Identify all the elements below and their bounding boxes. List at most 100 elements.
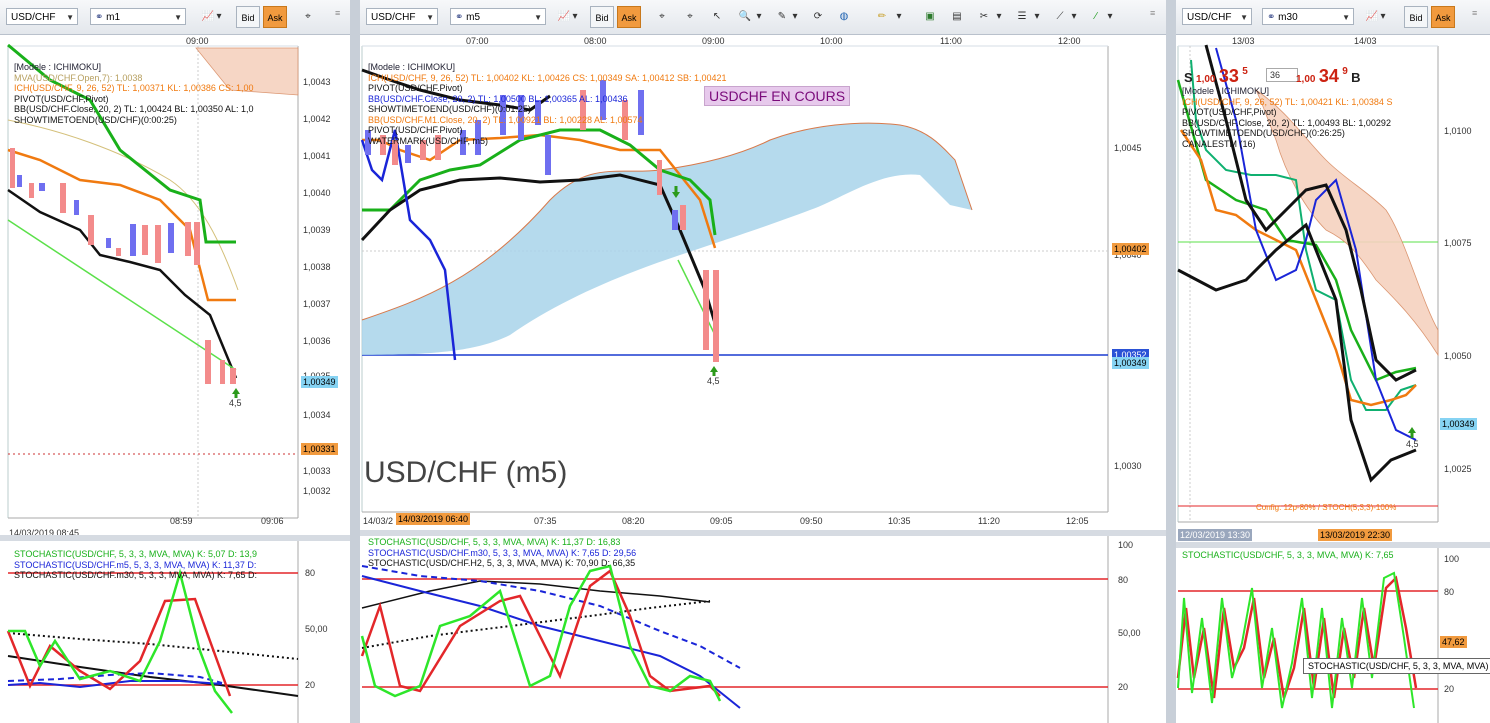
arrow-up-icon xyxy=(710,366,718,376)
stoch-tick: 20 xyxy=(305,680,316,690)
legend-line: SHOWTIMETOEND(USD/CHF)(0:00:25) xyxy=(14,114,177,125)
price-tick: 1,0100 xyxy=(1444,126,1472,136)
price-tick: 1,0042 xyxy=(303,114,331,124)
chart-panel-right: USD/CHF ▼ ⚭ m30 ▼ 📈 ▾ Bid Ask ≡ 13/03 14/0… xyxy=(1176,0,1490,723)
price-tick: 1,0030 xyxy=(1114,461,1142,471)
candles-left xyxy=(10,148,236,384)
current-price-tag: 1,00349 xyxy=(1112,357,1149,369)
arrow-label: 4,5 xyxy=(229,398,242,408)
legend-line: BB(USD/CHF.Close, 20, 2) TL: 1,00424 BL:… xyxy=(14,104,254,114)
date-prefix: 14/03/2 xyxy=(363,516,394,526)
legend-line: PIVOT(USD/CHF,Pivot) xyxy=(14,93,109,104)
stochastic-legend: STOCHASTIC(USD/CHF, 5, 3, 3, MVA, MVA) K… xyxy=(368,537,636,569)
price-tick: 1,0050 xyxy=(1444,351,1472,361)
time-axis-bottom-label: 08:59 xyxy=(170,516,193,526)
price-tick: 1,0037 xyxy=(303,299,331,309)
arrow-label: 4,5 xyxy=(707,376,720,386)
legend-line: STOCHASTIC(USD/CHF.H2, 5, 3, 3, MVA, MVA… xyxy=(368,558,636,568)
buy-price[interactable]: 1,00 34 9 B xyxy=(1296,66,1360,87)
price-tick: 1,0045 xyxy=(1114,143,1142,153)
time-axis-bottom-label: 07:35 xyxy=(534,516,557,526)
legend-line: WATERMARK(USD/CHF, m5) xyxy=(368,135,488,146)
price-tick: 1,0038 xyxy=(303,262,331,272)
legend-line: ICH(USD/CHF, 9, 26, 52) TL: 1,00402 KL: … xyxy=(368,72,727,83)
date-tag: 13/03/2019 22:30 xyxy=(1318,529,1393,541)
legend-line: BB(USD/CHF.Close, 20, 2) TL: 1,00500 BL:… xyxy=(368,93,628,104)
stoch-tick: 50,00 xyxy=(1118,628,1141,638)
spread-field[interactable]: 36 xyxy=(1266,68,1298,82)
indicator-legend: [Modele : ICHIMOKU] MVA(USD/CHF.Open,7):… xyxy=(14,62,253,125)
kijun-price-tag: 1,00402 xyxy=(1112,243,1149,255)
sell-big: 1,00 xyxy=(1196,74,1216,85)
time-axis-bottom-label: 12:05 xyxy=(1066,516,1089,526)
stoch-tick: 80 xyxy=(1118,575,1129,585)
legend-line: STOCHASTIC(USD/CHF.m30, 5, 3, 3, MVA, MV… xyxy=(368,547,637,558)
legend-line: [Modele : ICHIMOKU] xyxy=(14,62,102,72)
sell-label: S xyxy=(1184,70,1193,85)
indicator-legend: [Modele : ICHIMOKU] ICH(USD/CHF, 9, 26, … xyxy=(1182,86,1392,149)
legend-line: PIVOT(USD/CHF.Pivot) xyxy=(368,83,463,93)
legend-line: ICH(USD/CHF, 9, 26, 52) TL: 1,00371 KL: … xyxy=(14,83,254,93)
arrow-label: 4,5 xyxy=(1406,439,1419,449)
stoch-tick: 80 xyxy=(305,568,316,578)
indicator-tooltip: STOCHASTIC(USD/CHF, 5, 3, 3, MVA, MVA) xyxy=(1303,658,1490,674)
legend-line: BB(USD/CHF.M1.Close, 20, 2) TL: 1,00921 … xyxy=(368,114,643,125)
legend-line: SHOWTIMETOEND(USD/CHF)(0:26:25) xyxy=(1182,128,1345,138)
legend-line: CANALESTM (16) xyxy=(1182,138,1256,149)
indicator-legend: [Modele : ICHIMOKU] ICH(USD/CHF, 9, 26, … xyxy=(368,62,727,146)
stoch-tick: 80 xyxy=(1444,587,1455,597)
price-tick: 1,0032 xyxy=(303,486,331,496)
buy-main: 34 xyxy=(1318,66,1339,86)
stoch-tick: 20 xyxy=(1444,684,1455,694)
price-tick: 1,0025 xyxy=(1444,464,1472,474)
price-tick: 1,0043 xyxy=(303,77,331,87)
buy-label: B xyxy=(1351,70,1361,85)
price-tick: 1,0033 xyxy=(303,466,331,476)
time-axis-bottom-label: 09:50 xyxy=(800,516,823,526)
price-tick: 1,0036 xyxy=(303,336,331,346)
buy-big: 1,00 xyxy=(1296,74,1316,85)
legend-line: MVA(USD/CHF.Open,7): 1,0038 xyxy=(14,72,143,83)
arrow-up-icon xyxy=(232,388,240,398)
legend-line: STOCHASTIC(USD/CHF.m30, 5, 3, 3, MVA, MV… xyxy=(14,570,258,580)
pivot-price-tag: 1,00331 xyxy=(301,443,338,455)
config-text: Config: 12p-80% / STOCH(5,3,3)-100% xyxy=(1256,503,1397,512)
legend-line: [Modele : ICHIMOKU] xyxy=(368,62,456,72)
sell-price[interactable]: S 1,00 33 5 xyxy=(1184,66,1248,87)
price-tick: 1,0039 xyxy=(303,225,331,235)
time-axis-bottom-label: 10:35 xyxy=(888,516,911,526)
buy-sup: 9 xyxy=(1342,66,1348,77)
legend-line: SHOWTIMETOEND(USD/CHF)(0:01:25) xyxy=(368,104,531,114)
legend-line: STOCHASTIC(USD/CHF.m5, 5, 3, 3, MVA, MVA… xyxy=(14,559,257,570)
chart-panel-middle: USD/CHF ▼ ⚭ m5 ▼ 📈 ▾ Bid Ask ⌖ ⌖ ↖ 🔍 ▾ ✎ ▾… xyxy=(360,0,1166,723)
panel-divider[interactable] xyxy=(1166,0,1176,723)
stoch-tick: 100 xyxy=(1444,554,1460,564)
legend-line: ICH(USD/CHF, 9, 26, 52) TL: 1,00421 KL: … xyxy=(1182,96,1393,107)
chart-panel-left: USD/CHF ▼ ⚭ m1 ▼ 📈 ▾ Bid Ask ⌖ ≡ 09:00 [… xyxy=(0,0,350,723)
legend-line: [Modele : ICHIMOKU] xyxy=(1182,86,1270,96)
status-banner: USDCHF EN COURS xyxy=(704,86,851,106)
sell-main: 33 xyxy=(1218,66,1239,86)
current-price-tag: 1,00349 xyxy=(301,376,338,388)
stoch-tick: 100 xyxy=(1118,540,1134,550)
time-axis-bottom-label: 09:05 xyxy=(710,516,733,526)
stochastic-legend: STOCHASTIC(USD/CHF, 5, 3, 3, MVA, MVA) K… xyxy=(1182,550,1394,561)
legend-line: BB(USD/CHF.Close, 20, 2) TL: 1,00493 BL:… xyxy=(1182,117,1391,128)
legend-line: PIVOT(USD/CHF.Pivot) xyxy=(368,125,463,135)
price-tick: 1,0034 xyxy=(303,410,331,420)
date-tag: 12/03/2019 13:30 xyxy=(1178,529,1253,541)
stoch-tick: 50,00 xyxy=(305,624,328,634)
price-tick: 1,0040 xyxy=(303,188,331,198)
legend-line: STOCHASTIC(USD/CHF, 5, 3, 3, MVA, MVA) K… xyxy=(14,549,258,559)
time-axis-bottom-label: 08:20 xyxy=(622,516,645,526)
sell-sup: 5 xyxy=(1242,66,1248,77)
legend-line: STOCHASTIC(USD/CHF, 5, 3, 3, MVA, MVA) K… xyxy=(1182,550,1394,560)
time-axis-bottom-label: 09:06 xyxy=(261,516,284,526)
legend-line: PIVOT(USD/CHF,Pivot) xyxy=(1182,107,1277,117)
stoch-value-tag: 47,62 xyxy=(1440,636,1467,648)
stoch-tick: 20 xyxy=(1118,682,1129,692)
panel-divider[interactable] xyxy=(350,0,360,723)
date-tag: 14/03/2019 06:40 xyxy=(396,513,471,525)
stochastic-legend: STOCHASTIC(USD/CHF, 5, 3, 3, MVA, MVA) K… xyxy=(14,549,257,581)
time-axis-bottom-label: 11:20 xyxy=(978,516,1000,526)
